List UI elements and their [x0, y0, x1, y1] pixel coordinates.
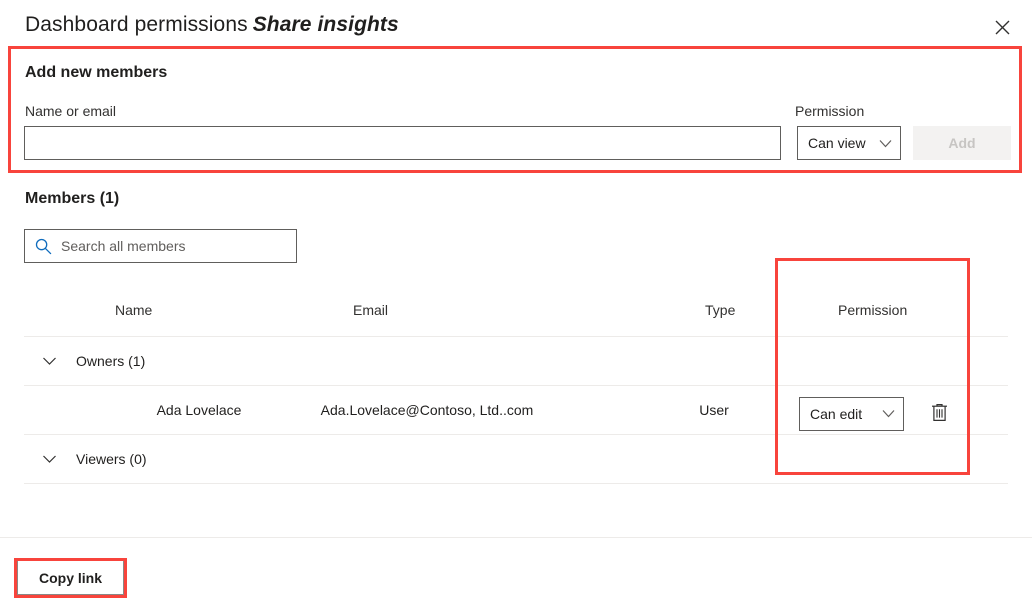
new-member-permission-value: Can view — [808, 135, 866, 151]
members-heading: Members (1) — [25, 190, 120, 207]
close-button[interactable] — [986, 11, 1018, 43]
group-label-viewers: Viewers (0) — [76, 451, 147, 467]
expander-viewers[interactable] — [36, 435, 62, 483]
footer-divider — [0, 537, 1032, 538]
member-permission-value: Can edit — [810, 405, 863, 422]
search-members-box[interactable] — [24, 229, 297, 263]
table-group-row-owners[interactable]: Owners (1) — [24, 336, 1008, 385]
new-member-permission-dropdown[interactable]: Can view — [797, 126, 901, 160]
search-icon — [35, 238, 52, 255]
member-permission-cell: Can edit — [799, 386, 953, 434]
chevron-down-icon — [42, 353, 57, 369]
add-member-button[interactable]: Add — [913, 126, 1011, 160]
member-type: User — [699, 402, 729, 418]
table-header-row: Name Email Type Permission — [24, 296, 1008, 336]
table-row[interactable]: Ada Lovelace Ada.Lovelace@Contoso, Ltd..… — [24, 385, 1008, 434]
column-header-type: Type — [705, 302, 736, 318]
table-group-row-viewers[interactable]: Viewers (0) — [24, 434, 1008, 484]
chevron-down-icon — [879, 139, 892, 148]
page-title-dashboard-name: Share insights — [252, 13, 399, 36]
name-or-email-label: Name or email — [25, 103, 117, 119]
add-members-heading: Add new members — [25, 64, 168, 81]
members-table: Name Email Type Permission Owners (1) Ad… — [24, 296, 1008, 484]
page-title: Dashboard permissions Share insights — [25, 13, 399, 37]
group-label-owners: Owners (1) — [76, 353, 146, 369]
member-permission-dropdown[interactable]: Can edit — [799, 396, 904, 431]
name-or-email-input[interactable] — [24, 126, 781, 160]
member-email: Ada.Lovelace@Contoso, Ltd..com — [320, 402, 534, 418]
column-header-name: Name — [115, 302, 153, 318]
chevron-down-icon — [882, 409, 895, 418]
trash-icon — [931, 403, 948, 425]
column-header-permission: Permission — [838, 302, 908, 318]
new-member-permission-label: Permission — [795, 103, 865, 119]
search-members-input[interactable] — [61, 238, 296, 254]
share-permissions-dialog: Dashboard permissions Share insights Add … — [0, 0, 1032, 610]
chevron-down-icon — [42, 451, 57, 467]
expander-owners[interactable] — [36, 337, 62, 385]
copy-link-button[interactable]: Copy link — [17, 560, 124, 595]
close-icon — [995, 20, 1010, 35]
member-name: Ada Lovelace — [156, 402, 242, 418]
delete-member-button[interactable] — [925, 398, 953, 430]
column-header-email: Email — [353, 302, 389, 318]
page-title-main: Dashboard permissions — [25, 13, 248, 36]
